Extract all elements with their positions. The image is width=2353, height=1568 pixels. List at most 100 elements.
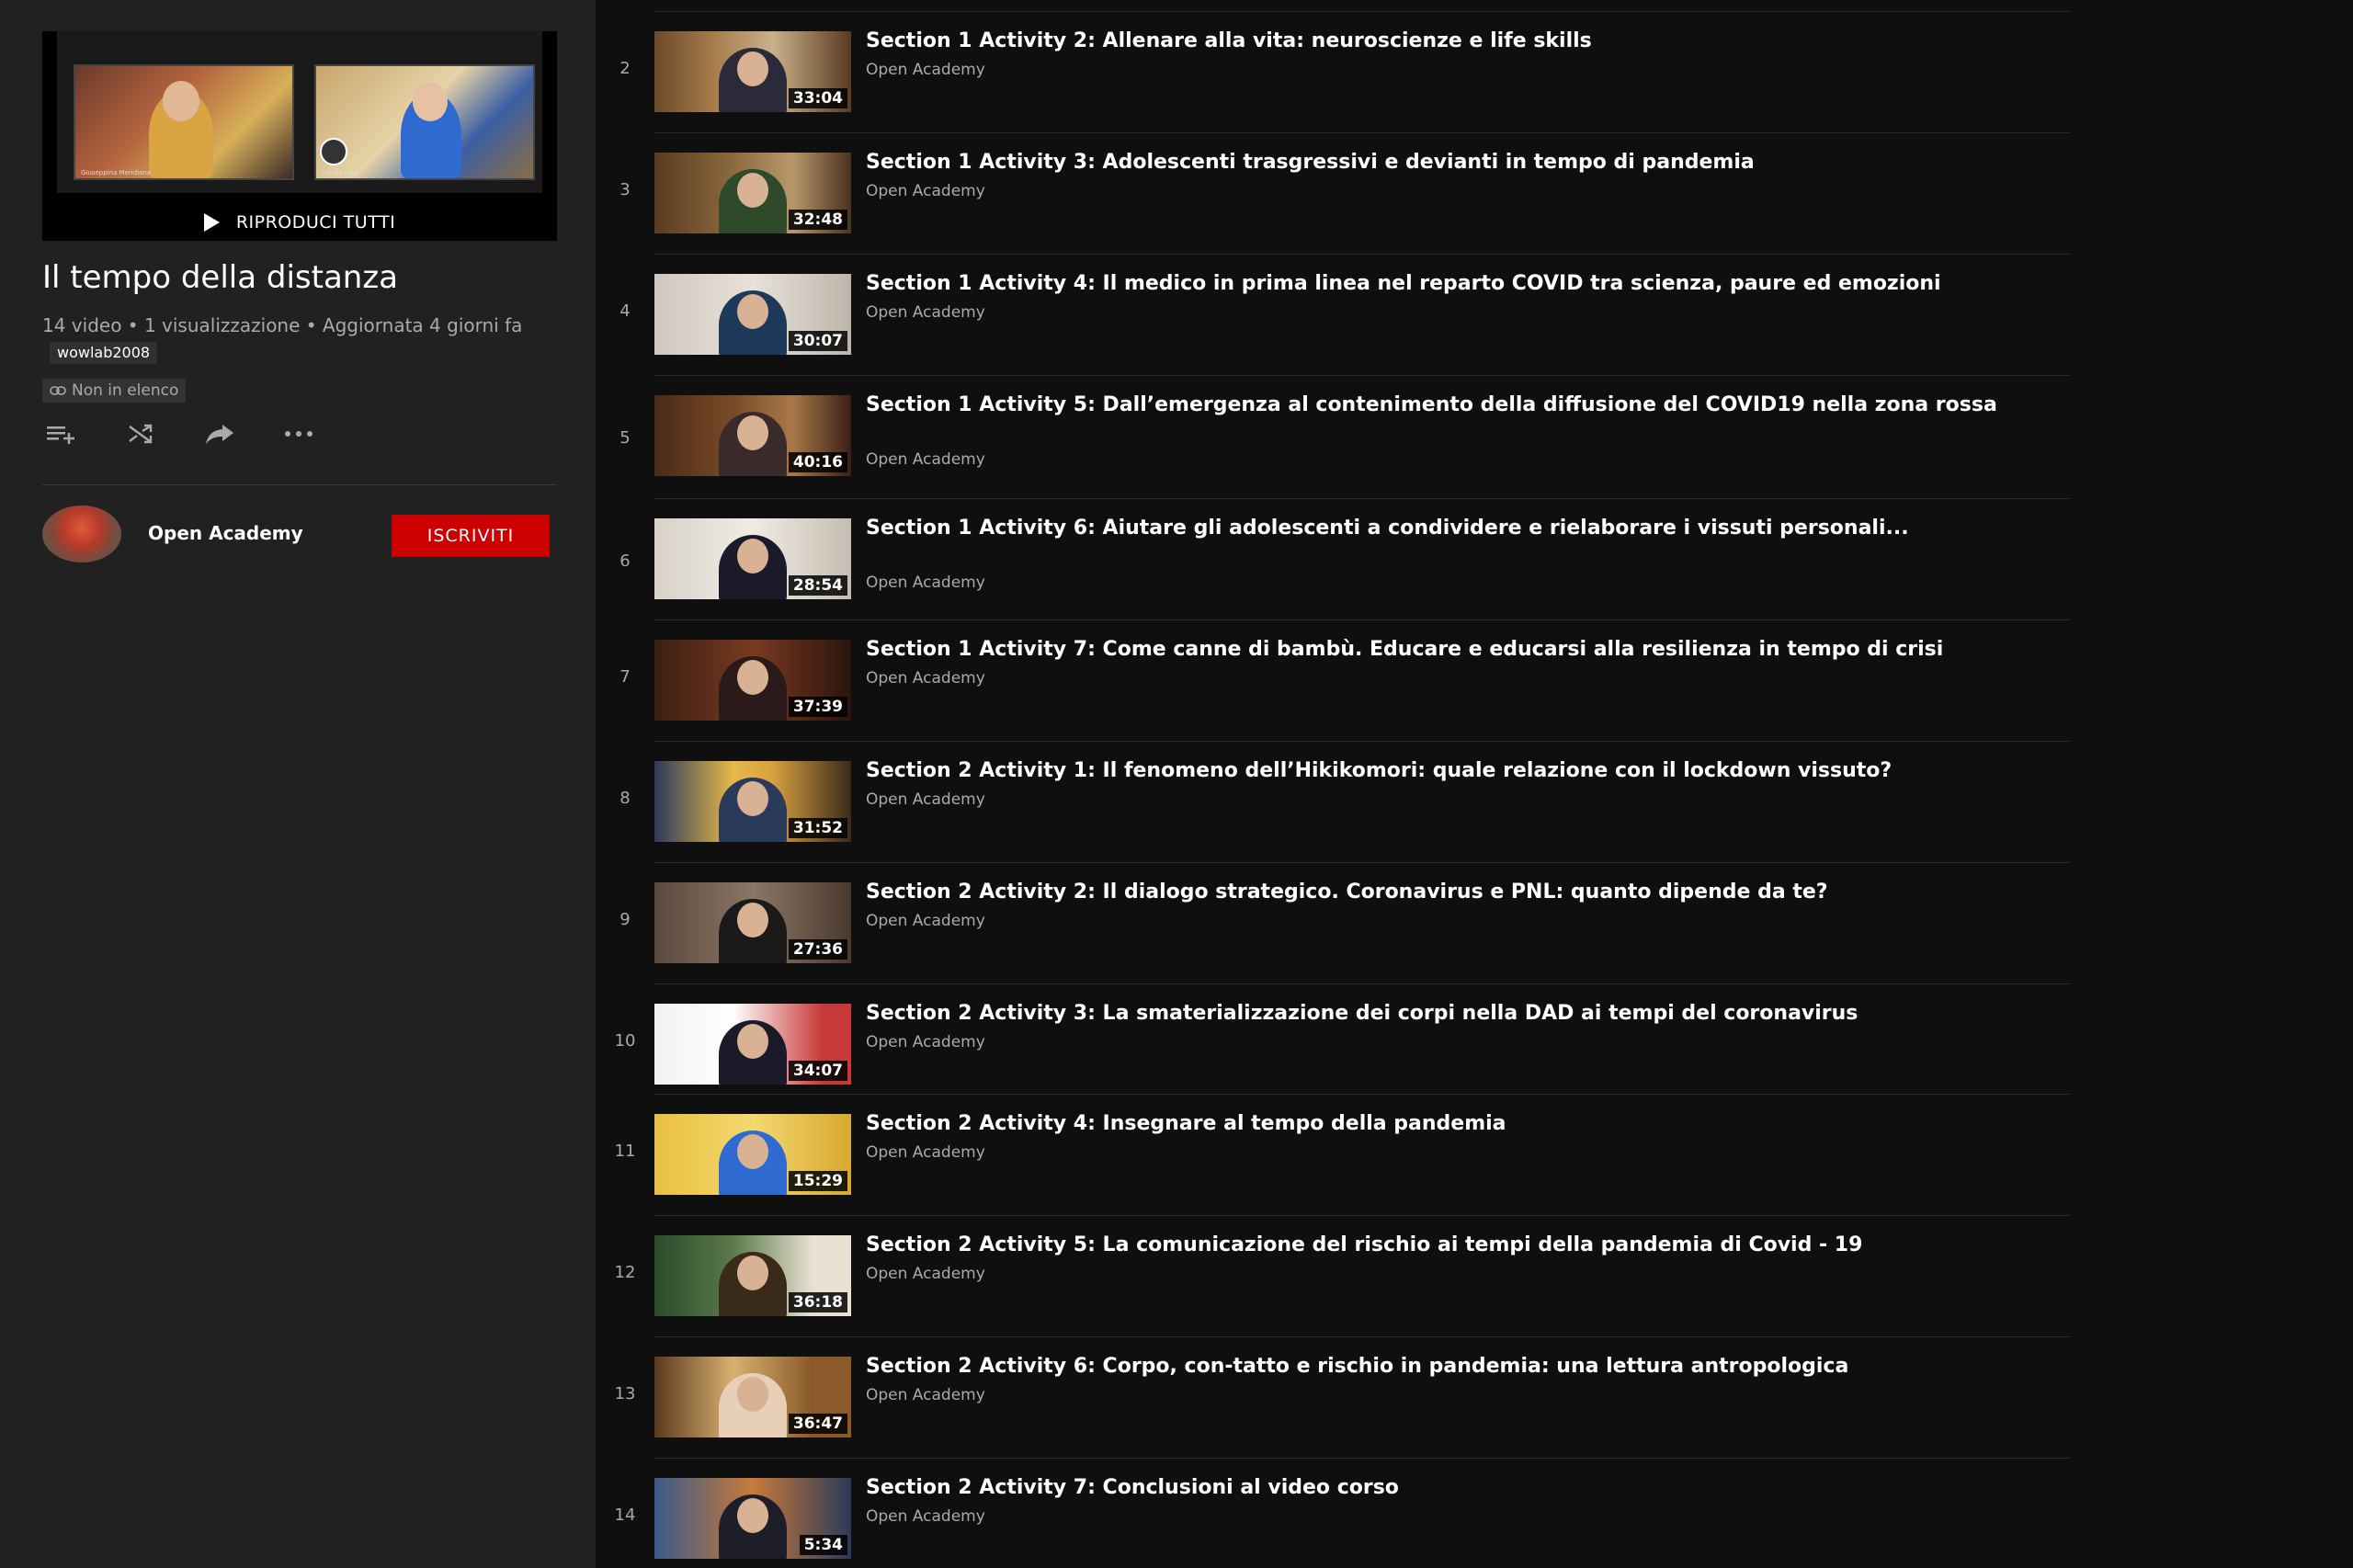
video-channel[interactable]: Open Academy <box>866 574 985 592</box>
video-title[interactable]: Section 2 Activity 5: La comunicazione d… <box>866 1232 2015 1258</box>
thumbnail-speaker-head <box>737 1377 768 1412</box>
video-channel[interactable]: Open Academy <box>866 303 985 322</box>
video-thumbnail[interactable]: 27:36 <box>654 882 851 963</box>
video-title[interactable]: Section 2 Activity 7: Conclusioni al vid… <box>866 1474 2015 1501</box>
thumbnail-speaker-head <box>737 781 768 816</box>
hero-caption-right: Lucilla Lina <box>322 169 358 176</box>
video-duration: 30:07 <box>788 331 847 351</box>
sidebar-divider <box>42 484 557 485</box>
thumbnail-speaker-head <box>737 294 768 329</box>
hero-preview: Giuseppina Meridiana Lucilla Lina <box>57 31 542 193</box>
row-divider <box>654 1336 2070 1337</box>
shuffle-button[interactable] <box>121 419 160 449</box>
video-duration: 5:34 <box>799 1535 847 1555</box>
video-channel[interactable]: Open Academy <box>866 790 985 809</box>
channel-name[interactable]: Open Academy <box>148 522 303 544</box>
playlist-hero-thumbnail[interactable]: Giuseppina Meridiana Lucilla Lina RIPROD… <box>42 31 557 241</box>
row-divider <box>654 983 2070 984</box>
row-divider <box>654 254 2070 255</box>
more-actions-button[interactable] <box>279 419 318 449</box>
playlist-stats-text: 14 video • 1 visualizzazione • Aggiornat… <box>42 314 523 336</box>
add-to-queue-button[interactable] <box>42 419 81 449</box>
row-divider <box>654 619 2070 620</box>
hero-panel-left: Giuseppina Meridiana <box>74 64 294 180</box>
video-title[interactable]: Section 2 Activity 4: Insegnare al tempo… <box>866 1110 2015 1137</box>
playlist-video-row[interactable]: 9 27:36 Section 2 Activity 2: Il dialogo s… <box>596 879 2011 1000</box>
video-thumbnail[interactable]: 36:47 <box>654 1357 851 1437</box>
share-button[interactable] <box>200 419 239 449</box>
video-title[interactable]: Section 1 Activity 4: Il medico in prima… <box>866 270 2015 297</box>
video-channel[interactable]: Open Academy <box>866 182 985 200</box>
video-channel[interactable]: Open Academy <box>866 1507 985 1526</box>
video-title[interactable]: Section 1 Activity 2: Allenare alla vita… <box>866 28 2015 54</box>
video-duration: 36:47 <box>788 1414 847 1434</box>
video-title[interactable]: Section 1 Activity 3: Adolescenti trasgr… <box>866 149 2015 176</box>
owner-name[interactable]: wowlab2008 <box>50 342 158 364</box>
video-duration: 34:07 <box>788 1061 847 1081</box>
play-all-button[interactable]: RIPRODUCI TUTTI <box>42 204 557 241</box>
thumbnail-speaker-head <box>737 1134 768 1169</box>
thumbnail-speaker-head <box>737 173 768 208</box>
video-thumbnail[interactable]: 36:18 <box>654 1235 851 1316</box>
video-thumbnail[interactable]: 30:07 <box>654 274 851 355</box>
video-duration: 36:18 <box>788 1292 847 1312</box>
video-thumbnail[interactable]: 32:48 <box>654 153 851 233</box>
video-channel[interactable]: Open Academy <box>866 61 985 79</box>
video-channel[interactable]: Open Academy <box>866 1143 985 1162</box>
thumbnail-speaker-head <box>737 903 768 937</box>
playlist-toolbar <box>42 419 318 449</box>
video-thumbnail[interactable]: 5:34 <box>654 1478 851 1559</box>
hero-panel-right: Lucilla Lina <box>314 64 535 180</box>
video-duration: 27:36 <box>788 939 847 960</box>
video-title[interactable]: Section 1 Activity 5: Dall’emergenza al … <box>866 392 2015 418</box>
playlist-video-row[interactable]: 6 28:54 Section 1 Activity 6: Aiutare gli … <box>596 515 2011 636</box>
video-thumbnail[interactable]: 28:54 <box>654 518 851 599</box>
video-title[interactable]: Section 1 Activity 7: Come canne di bamb… <box>866 636 2015 663</box>
video-index: 2 <box>620 59 631 78</box>
video-channel[interactable]: Open Academy <box>866 912 985 930</box>
video-index: 6 <box>620 551 631 571</box>
playlist-video-row[interactable]: 7 37:39 Section 1 Activity 7: Come canne d… <box>596 636 2011 757</box>
video-channel[interactable]: Open Academy <box>866 1386 985 1404</box>
playlist-video-row[interactable]: 4 30:07 Section 1 Activity 4: Il medico in… <box>596 270 2011 392</box>
video-title[interactable]: Section 2 Activity 2: Il dialogo strateg… <box>866 879 2015 905</box>
thumbnail-speaker-head <box>737 539 768 574</box>
video-thumbnail[interactable]: 34:07 <box>654 1004 851 1085</box>
playlist-video-row[interactable]: 14 5:34 Section 2 Activity 7: Conclusioni … <box>596 1474 2011 1566</box>
playlist-video-row[interactable]: 8 31:52 Section 2 Activity 1: Il fenomeno … <box>596 757 2011 879</box>
playlist-video-row[interactable]: 3 32:48 Section 1 Activity 3: Adolescenti … <box>596 149 2011 270</box>
video-channel[interactable]: Open Academy <box>866 669 985 687</box>
playlist-video-row[interactable]: 5 40:16 Section 1 Activity 5: Dall’emergen… <box>596 392 2011 515</box>
video-channel[interactable]: Open Academy <box>866 1033 985 1051</box>
video-title[interactable]: Section 2 Activity 6: Corpo, con-tatto e… <box>866 1353 2015 1380</box>
video-index: 13 <box>614 1384 636 1403</box>
play-icon <box>203 213 220 232</box>
playlist-stats: 14 video • 1 visualizzazione • Aggiornat… <box>42 312 566 364</box>
playlist-video-row[interactable]: 11 15:29 Section 2 Activity 4: Insegnare a… <box>596 1110 2011 1232</box>
video-title[interactable]: Section 2 Activity 3: La smaterializzazi… <box>866 1000 2015 1027</box>
thumbnail-speaker-head <box>737 1498 768 1533</box>
video-thumbnail[interactable]: 40:16 <box>654 395 851 476</box>
video-title[interactable]: Section 1 Activity 6: Aiutare gli adoles… <box>866 515 2015 541</box>
video-thumbnail[interactable]: 33:04 <box>654 31 851 112</box>
video-duration: 31:52 <box>788 818 847 838</box>
thumbnail-speaker-head <box>737 1024 768 1059</box>
share-icon <box>206 425 233 444</box>
thumbnail-speaker-head <box>737 51 768 86</box>
video-thumbnail[interactable]: 31:52 <box>654 761 851 842</box>
video-channel[interactable]: Open Academy <box>866 1265 985 1283</box>
video-channel[interactable]: Open Academy <box>866 450 985 469</box>
channel-avatar[interactable] <box>42 506 121 562</box>
video-index: 7 <box>620 667 631 687</box>
video-index: 8 <box>620 789 631 808</box>
playlist-video-list: 2 33:04 Section 1 Activity 2: Allenare all… <box>596 0 2353 1568</box>
subscribe-button[interactable]: ISCRIVITI <box>392 515 550 557</box>
playlist-video-row[interactable]: 2 33:04 Section 1 Activity 2: Allenare all… <box>596 28 2011 149</box>
video-thumbnail[interactable]: 15:29 <box>654 1114 851 1195</box>
row-divider <box>654 1215 2070 1216</box>
video-title[interactable]: Section 2 Activity 1: Il fenomeno dell’H… <box>866 757 2015 784</box>
playlist-video-row[interactable]: 13 36:47 Section 2 Activity 6: Corpo, con-… <box>596 1353 2011 1474</box>
playlist-video-row[interactable]: 12 36:18 Section 2 Activity 5: La comunica… <box>596 1232 2011 1353</box>
video-thumbnail[interactable]: 37:39 <box>654 640 851 721</box>
link-icon <box>50 386 66 395</box>
